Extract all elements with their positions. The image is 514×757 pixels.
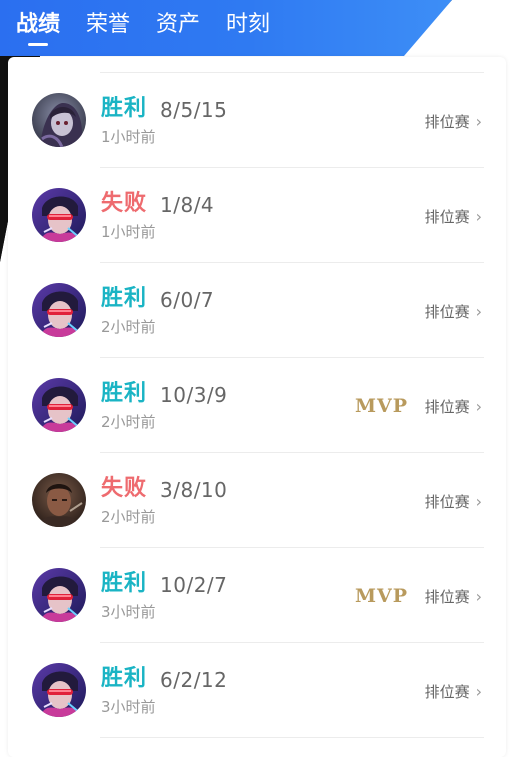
- list-divider: [100, 737, 484, 738]
- match-mode-link[interactable]: 排位赛 ›: [424, 207, 482, 227]
- hero-purple-visor-avatar: [32, 378, 86, 432]
- match-time: 2小时前: [101, 508, 156, 526]
- kda-score: 3/8/10: [160, 478, 228, 502]
- match-record-row[interactable]: 失败 1/8/4 1小时前 排位赛 ›: [8, 168, 506, 263]
- match-result: 失败: [101, 191, 148, 216]
- mvp-badge: MVP: [354, 585, 408, 607]
- match-mode-label: 排位赛: [424, 398, 470, 416]
- match-time: 2小时前: [101, 318, 156, 336]
- chevron-right-icon: ›: [475, 587, 482, 606]
- tab-assets[interactable]: 资产: [156, 0, 200, 36]
- chevron-right-icon: ›: [475, 302, 482, 321]
- match-time: 3小时前: [101, 603, 156, 621]
- chevron-right-icon: ›: [475, 207, 482, 226]
- match-record-row[interactable]: 胜利 6/2/12 3小时前 排位赛 ›: [8, 643, 506, 738]
- tab-moments-label: 时刻: [226, 12, 271, 37]
- match-mode-label: 排位赛: [424, 683, 470, 701]
- chevron-right-icon: ›: [475, 397, 482, 416]
- match-mode-link[interactable]: 排位赛 ›: [424, 587, 482, 607]
- top-tab-bar: 战绩 荣誉 资产 时刻: [0, 0, 296, 56]
- match-mode-label: 排位赛: [424, 303, 470, 321]
- kda-score: 6/2/12: [160, 668, 228, 692]
- match-mode-link[interactable]: 排位赛 ›: [424, 112, 482, 132]
- chevron-right-icon: ›: [475, 492, 482, 511]
- match-result: 胜利: [101, 571, 148, 596]
- match-mode-label: 排位赛: [424, 493, 470, 511]
- tab-record-label: 战绩: [16, 12, 61, 37]
- match-mode-link[interactable]: 排位赛 ›: [424, 397, 482, 417]
- hero-dark-hood-avatar: [32, 93, 86, 147]
- match-mode-link[interactable]: 排位赛 ›: [424, 682, 482, 702]
- match-mode-link[interactable]: 排位赛 ›: [424, 492, 482, 512]
- hero-purple-visor-avatar: [32, 188, 86, 242]
- kda-score: 6/0/7: [160, 288, 215, 312]
- match-record-row[interactable]: 胜利 8/5/15 1小时前 排位赛 ›: [8, 73, 506, 168]
- hero-purple-visor-avatar: [32, 283, 86, 337]
- match-record-row[interactable]: 胜利 6/0/7 2小时前 排位赛 ›: [8, 263, 506, 358]
- match-mode-label: 排位赛: [424, 588, 470, 606]
- match-result: 胜利: [101, 666, 148, 691]
- active-tab-indicator: [28, 43, 48, 46]
- tab-honor-label: 荣誉: [86, 12, 131, 37]
- tab-honor[interactable]: 荣誉: [86, 0, 130, 36]
- match-record-row[interactable]: 失败 3/8/10 2小时前 排位赛 ›: [8, 453, 506, 548]
- tab-assets-label: 资产: [156, 12, 201, 37]
- hero-purple-visor-avatar: [32, 568, 86, 622]
- chevron-right-icon: ›: [475, 112, 482, 131]
- match-mode-label: 排位赛: [424, 113, 470, 131]
- kda-score: 10/3/9: [160, 383, 228, 407]
- kda-score: 8/5/15: [160, 98, 228, 122]
- match-result: 胜利: [101, 96, 148, 121]
- match-result: 失败: [101, 476, 148, 501]
- match-time: 3小时前: [101, 698, 156, 716]
- match-result: 胜利: [101, 381, 148, 406]
- match-record-row[interactable]: 胜利 10/2/7 3小时前 MVP 排位赛 ›: [8, 548, 506, 643]
- match-time: 1小时前: [101, 223, 156, 241]
- hero-dark-warrior-avatar: [32, 473, 86, 527]
- match-result: 胜利: [101, 286, 148, 311]
- match-time: 2小时前: [101, 413, 156, 431]
- match-record-row[interactable]: 胜利 10/3/9 2小时前 MVP 排位赛 ›: [8, 358, 506, 453]
- match-mode-label: 排位赛: [424, 208, 470, 226]
- chevron-right-icon: ›: [475, 682, 482, 701]
- mvp-badge: MVP: [354, 395, 408, 417]
- match-history-card: 胜利 8/5/15 1小时前 排位赛 › 失败 1/8/4 1小时前 排位赛 ›…: [8, 57, 506, 757]
- match-time: 1小时前: [101, 128, 156, 146]
- hero-purple-visor-avatar: [32, 663, 86, 717]
- tab-moments[interactable]: 时刻: [226, 0, 270, 36]
- match-mode-link[interactable]: 排位赛 ›: [424, 302, 482, 322]
- kda-score: 10/2/7: [160, 573, 228, 597]
- kda-score: 1/8/4: [160, 193, 215, 217]
- tab-record[interactable]: 战绩: [16, 0, 61, 46]
